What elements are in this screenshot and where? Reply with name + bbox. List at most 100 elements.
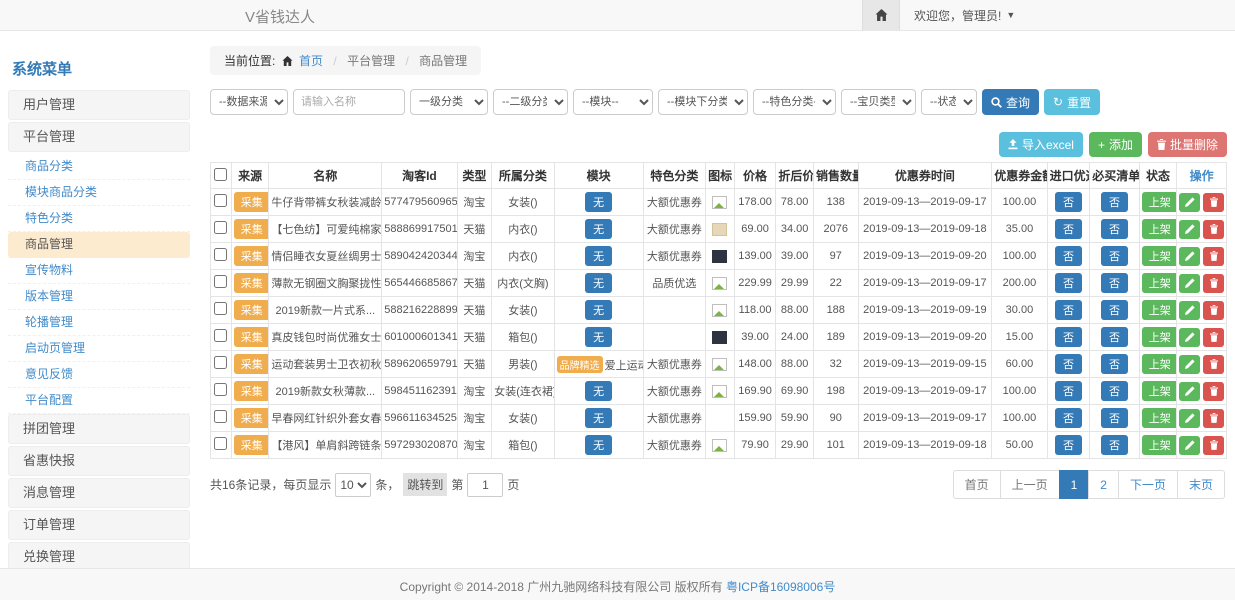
sidebar-section[interactable]: 用户管理 — [8, 90, 190, 120]
imported-toggle-button[interactable]: 否 — [1055, 408, 1082, 428]
page-button[interactable]: 上一页 — [1000, 470, 1060, 499]
imported-toggle-button[interactable]: 否 — [1055, 354, 1082, 374]
imported-toggle-button[interactable]: 否 — [1055, 246, 1082, 266]
row-checkbox[interactable] — [214, 356, 227, 369]
status-button[interactable]: 上架 — [1142, 273, 1177, 293]
row-checkbox[interactable] — [214, 275, 227, 288]
imported-toggle-button[interactable]: 否 — [1055, 300, 1082, 320]
page-button[interactable]: 下一页 — [1118, 470, 1178, 499]
per-page-select[interactable]: 10 — [335, 473, 371, 497]
delete-button[interactable] — [1203, 382, 1224, 401]
icp-link[interactable]: 粤ICP备16098006号 — [726, 580, 835, 594]
filter-select[interactable]: --模块下分类-- — [658, 89, 748, 115]
edit-button[interactable] — [1179, 355, 1200, 374]
sidebar-item[interactable]: 特色分类 — [8, 206, 190, 232]
must-buy-toggle-button[interactable]: 否 — [1101, 246, 1128, 266]
edit-button[interactable] — [1179, 274, 1200, 293]
sidebar-item[interactable]: 模块商品分类 — [8, 180, 190, 206]
filter-select[interactable]: 一级分类 — [410, 89, 488, 115]
row-checkbox[interactable] — [214, 383, 227, 396]
edit-button[interactable] — [1179, 301, 1200, 320]
jump-to-label[interactable]: 跳转到 — [403, 473, 447, 496]
must-buy-toggle-button[interactable]: 否 — [1101, 327, 1128, 347]
filter-select[interactable]: --特色分类-- — [753, 89, 836, 115]
edit-button[interactable] — [1179, 409, 1200, 428]
status-button[interactable]: 上架 — [1142, 435, 1177, 455]
status-button[interactable]: 上架 — [1142, 408, 1177, 428]
sidebar-item[interactable]: 轮播管理 — [8, 310, 190, 336]
filter-select[interactable]: --状态-- — [921, 89, 977, 115]
page-button[interactable]: 2 — [1088, 470, 1119, 499]
sidebar-section[interactable]: 消息管理 — [8, 478, 190, 508]
user-menu[interactable]: 欢迎您，管理员! ▼ — [900, 7, 1029, 24]
imported-toggle-button[interactable]: 否 — [1055, 327, 1082, 347]
imported-toggle-button[interactable]: 否 — [1055, 192, 1082, 212]
row-checkbox[interactable] — [214, 410, 227, 423]
status-button[interactable]: 上架 — [1142, 300, 1177, 320]
sidebar-item[interactable]: 商品分类 — [8, 154, 190, 180]
page-button[interactable]: 末页 — [1177, 470, 1225, 499]
must-buy-toggle-button[interactable]: 否 — [1101, 354, 1128, 374]
batch-delete-button[interactable]: 批量删除 — [1148, 132, 1227, 157]
delete-button[interactable] — [1203, 409, 1224, 428]
edit-button[interactable] — [1179, 382, 1200, 401]
delete-button[interactable] — [1203, 355, 1224, 374]
edit-button[interactable] — [1179, 436, 1200, 455]
row-checkbox[interactable] — [214, 248, 227, 261]
must-buy-toggle-button[interactable]: 否 — [1101, 435, 1128, 455]
sidebar-item[interactable]: 宣传物料 — [8, 258, 190, 284]
row-checkbox[interactable] — [214, 329, 227, 342]
filter-select[interactable]: --二级分类-- — [493, 89, 568, 115]
delete-button[interactable] — [1203, 301, 1224, 320]
sidebar-item[interactable]: 版本管理 — [8, 284, 190, 310]
sidebar-section[interactable]: 省惠快报 — [8, 446, 190, 476]
page-number-input[interactable] — [467, 473, 503, 497]
add-button[interactable]: + 添加 — [1089, 132, 1142, 157]
filter-select[interactable]: --数据来源-- — [210, 89, 288, 115]
status-button[interactable]: 上架 — [1142, 192, 1177, 212]
sidebar-section[interactable]: 拼团管理 — [8, 414, 190, 444]
must-buy-toggle-button[interactable]: 否 — [1101, 381, 1128, 401]
must-buy-toggle-button[interactable]: 否 — [1101, 300, 1128, 320]
delete-button[interactable] — [1203, 193, 1224, 212]
status-button[interactable]: 上架 — [1142, 219, 1177, 239]
sidebar-section[interactable]: 平台管理 — [8, 122, 190, 152]
status-button[interactable]: 上架 — [1142, 354, 1177, 374]
search-button[interactable]: 查询 — [982, 89, 1039, 115]
imported-toggle-button[interactable]: 否 — [1055, 219, 1082, 239]
row-checkbox[interactable] — [214, 302, 227, 315]
delete-button[interactable] — [1203, 436, 1224, 455]
import-excel-button[interactable]: 导入excel — [999, 132, 1083, 157]
sidebar-section[interactable]: 订单管理 — [8, 510, 190, 540]
page-button[interactable]: 1 — [1059, 470, 1090, 499]
delete-button[interactable] — [1203, 220, 1224, 239]
sidebar-item[interactable]: 启动页管理 — [8, 336, 190, 362]
imported-toggle-button[interactable]: 否 — [1055, 435, 1082, 455]
edit-button[interactable] — [1179, 247, 1200, 266]
delete-button[interactable] — [1203, 328, 1224, 347]
status-button[interactable]: 上架 — [1142, 246, 1177, 266]
status-button[interactable]: 上架 — [1142, 381, 1177, 401]
row-checkbox[interactable] — [214, 437, 227, 450]
reset-button[interactable]: ↻ 重置 — [1044, 89, 1100, 115]
must-buy-toggle-button[interactable]: 否 — [1101, 408, 1128, 428]
imported-toggle-button[interactable]: 否 — [1055, 381, 1082, 401]
must-buy-toggle-button[interactable]: 否 — [1101, 192, 1128, 212]
select-all-checkbox[interactable] — [214, 168, 227, 181]
name-search-input[interactable] — [293, 89, 405, 115]
home-button[interactable] — [862, 0, 900, 30]
imported-toggle-button[interactable]: 否 — [1055, 273, 1082, 293]
edit-button[interactable] — [1179, 193, 1200, 212]
page-button[interactable]: 首页 — [953, 470, 1001, 499]
must-buy-toggle-button[interactable]: 否 — [1101, 219, 1128, 239]
breadcrumb-home-link[interactable]: 首页 — [299, 54, 323, 68]
filter-select[interactable]: --模块-- — [573, 89, 653, 115]
delete-button[interactable] — [1203, 274, 1224, 293]
status-button[interactable]: 上架 — [1142, 327, 1177, 347]
edit-button[interactable] — [1179, 328, 1200, 347]
delete-button[interactable] — [1203, 247, 1224, 266]
row-checkbox[interactable] — [214, 194, 227, 207]
sidebar-item[interactable]: 平台配置 — [8, 388, 190, 414]
sidebar-item[interactable]: 意见反馈 — [8, 362, 190, 388]
sidebar-item[interactable]: 商品管理 — [8, 232, 190, 258]
